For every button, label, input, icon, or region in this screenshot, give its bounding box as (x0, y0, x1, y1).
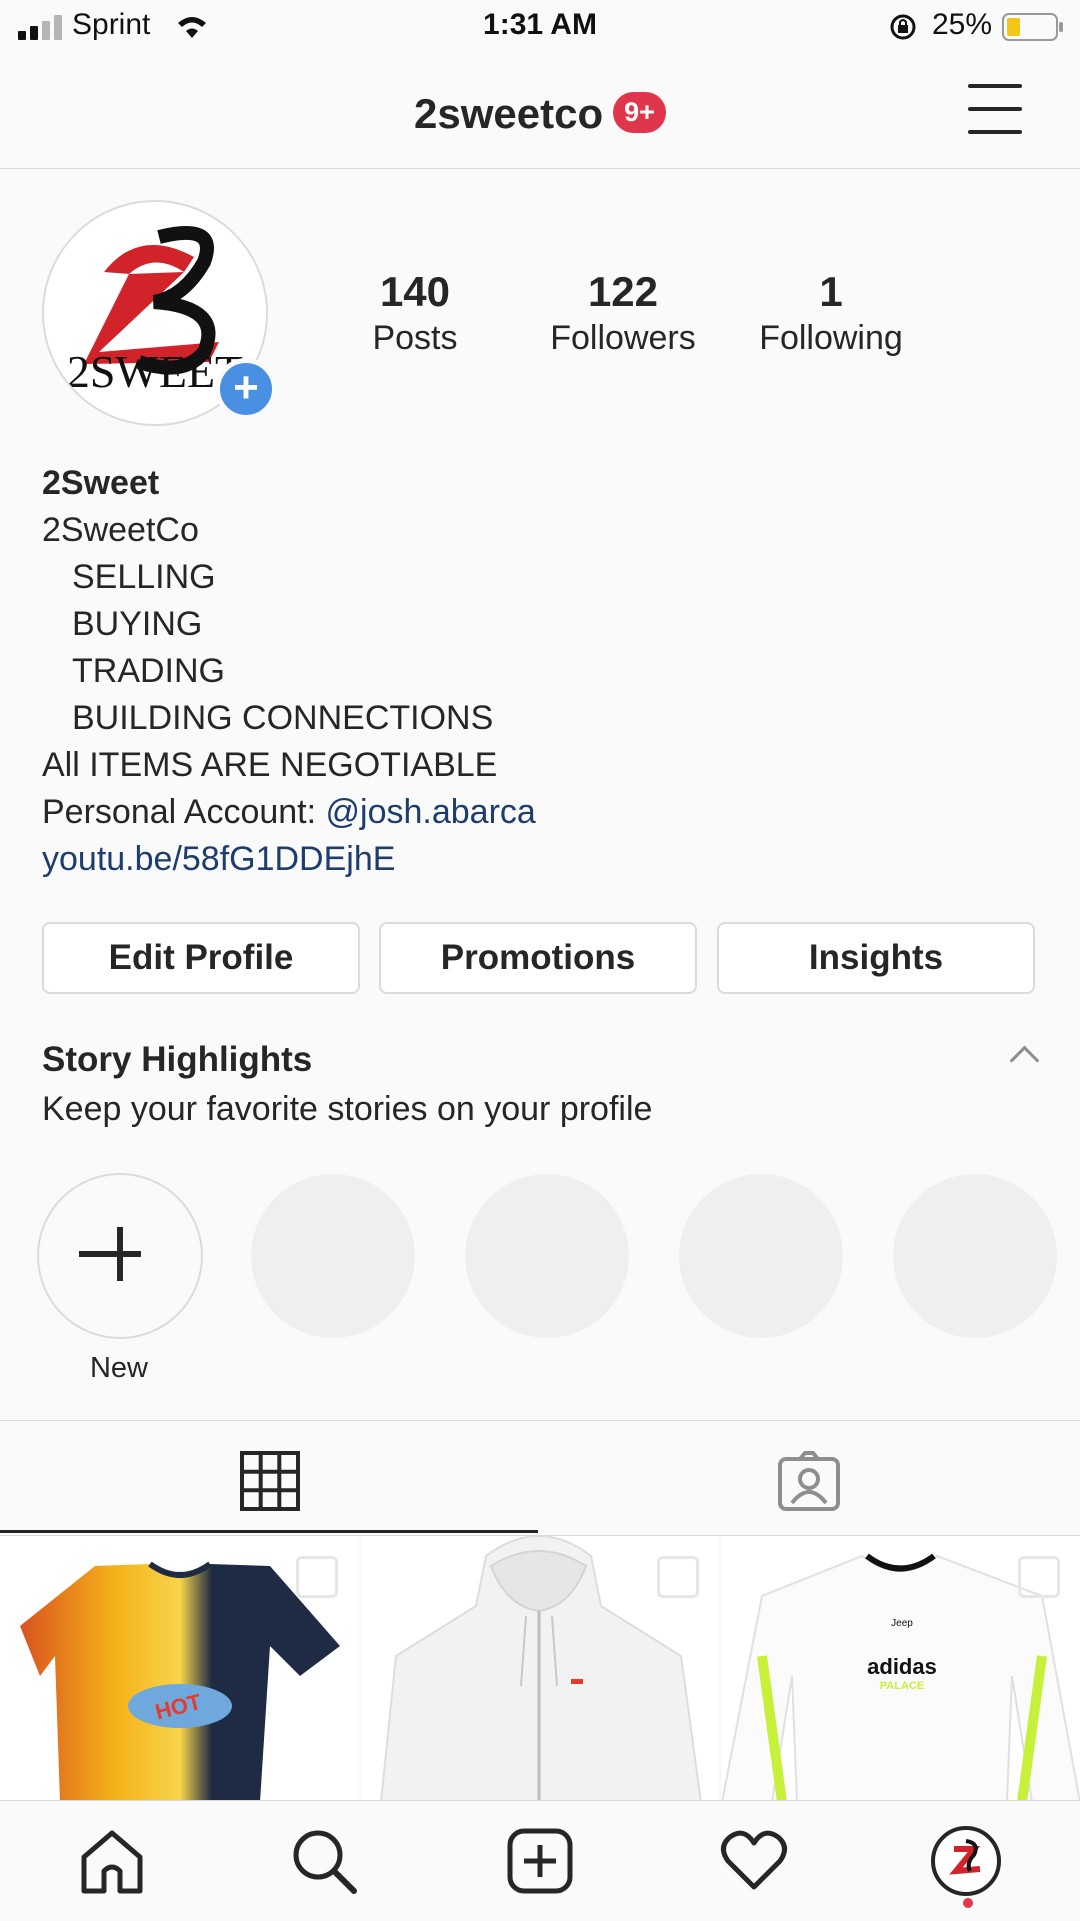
personal-account-link[interactable]: @josh.abarca (326, 793, 536, 831)
multi-photo-icon (296, 1556, 338, 1598)
profile-avatar-icon[interactable] (930, 1825, 1002, 1897)
battery-icon (1002, 13, 1063, 41)
tagged-icon[interactable] (778, 1451, 840, 1511)
multi-photo-icon (657, 1556, 699, 1598)
add-story-button[interactable]: + (215, 358, 277, 420)
insights-button[interactable]: Insights (717, 922, 1035, 994)
personal-account-prefix: Personal Account: (42, 793, 326, 831)
highlight-placeholder (465, 1174, 629, 1338)
post-thumbnail[interactable] (361, 1536, 718, 1802)
post-thumbnail[interactable]: Jeep adidas PALACE (722, 1536, 1080, 1802)
jersey-logo: adidas (867, 1654, 937, 1679)
display-name: 2Sweet (42, 464, 160, 502)
active-tab-indicator (0, 1530, 538, 1533)
bio-line: All ITEMS ARE NEGOTIABLE (42, 746, 498, 784)
following-count: 1 (819, 268, 843, 315)
notification-dot (963, 1898, 973, 1908)
rotation-lock-icon (890, 14, 916, 40)
followers-label: Followers (550, 319, 696, 357)
multi-photo-icon (1018, 1556, 1060, 1598)
username-title[interactable]: 2sweetco 9+ (0, 90, 1080, 138)
bio-line: 2SweetCo (42, 511, 199, 549)
new-highlight-label: New (89, 1352, 148, 1384)
posts-stat[interactable]: 140 Posts (315, 268, 515, 360)
home-icon[interactable] (76, 1825, 148, 1897)
edit-profile-button[interactable]: Edit Profile (42, 922, 360, 994)
following-stat[interactable]: 1 Following (731, 268, 931, 360)
search-icon[interactable] (288, 1825, 360, 1897)
posts-label: Posts (372, 319, 458, 357)
jersey-sublogo: PALACE (880, 1680, 924, 1692)
highlight-placeholder (679, 1174, 843, 1338)
chevron-up-icon[interactable] (1009, 1045, 1040, 1076)
notification-badge: 9+ (613, 92, 666, 134)
highlights-title: Story Highlights (42, 1040, 313, 1079)
highlight-placeholder (251, 1174, 415, 1338)
plus-icon (117, 1227, 123, 1281)
followers-count: 122 (587, 268, 659, 315)
post-thumbnail[interactable]: HOT (0, 1536, 357, 1802)
followers-stat[interactable]: 122 Followers (523, 268, 723, 360)
bio: 2Sweet 2SweetCo SELLING BUYING TRADING B… (42, 460, 1042, 883)
promotions-button[interactable]: Promotions (379, 922, 697, 994)
grid-icon[interactable] (240, 1451, 300, 1511)
heart-icon[interactable] (718, 1825, 790, 1897)
add-post-icon[interactable] (504, 1825, 576, 1897)
menu-icon[interactable] (968, 84, 1024, 134)
bio-line: BUYING (72, 605, 203, 643)
bio-line: TRADING (72, 652, 225, 690)
plus-icon (79, 1251, 141, 1257)
website-link[interactable]: youtu.be/58fG1DDEjhE (42, 836, 1042, 883)
bio-line: SELLING (72, 558, 216, 596)
username-text: 2sweetco (414, 90, 604, 137)
jersey-sponsor: Jeep (891, 1618, 913, 1629)
following-label: Following (759, 319, 903, 357)
battery-percent: 25% (932, 8, 993, 41)
profile-tabs (0, 1420, 1080, 1536)
bio-line: BUILDING CONNECTIONS (72, 699, 494, 737)
bottom-navigation (0, 1800, 1080, 1921)
profile-header: 2sweetco 9+ (0, 56, 1080, 169)
highlights-subtitle: Keep your favorite stories on your profi… (42, 1090, 653, 1128)
posts-count: 140 (379, 268, 451, 315)
status-bar: Sprint 1:31 AM 25% (0, 0, 1080, 56)
personal-account-line: Personal Account: @josh.abarca (42, 789, 1042, 836)
clock: 1:31 AM (483, 8, 597, 41)
highlight-placeholder (893, 1174, 1057, 1338)
